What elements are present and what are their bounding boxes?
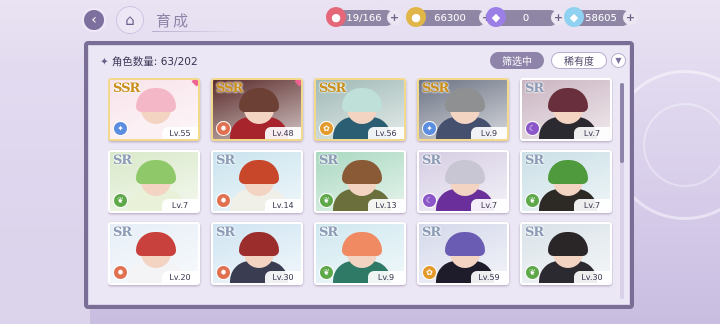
rarity-badge: SR	[525, 81, 544, 96]
character-card[interactable]: SR ❦ Lv.13	[314, 150, 406, 213]
rarity-badge: SR	[113, 153, 132, 168]
rarity-badge: SR	[216, 153, 235, 168]
character-count: ✦ 角色数量: 63/202	[100, 54, 198, 69]
level-label: Lv.7	[574, 127, 610, 139]
rarity-badge: SR	[216, 225, 235, 240]
rarity-badge: SR	[319, 225, 338, 240]
add-candy-button[interactable]: +	[387, 10, 402, 25]
character-card[interactable]: SSR ✿ Lv.56	[314, 78, 406, 141]
fire-element-icon: ✹	[216, 193, 231, 208]
level-label: Lv.48	[265, 127, 301, 139]
add-diamond-button[interactable]: +	[623, 10, 638, 25]
character-grid: SSR ✦ Lv.55 SSR ✹ Lv.48 SSR ✿ Lv.56 SSR ✦ Lv.9 SR ☾ Lv…	[108, 78, 613, 304]
page-title: 育成	[156, 12, 191, 30]
dark-element-icon: ☾	[525, 121, 540, 136]
level-label: Lv.14	[265, 199, 301, 211]
level-label: Lv.13	[368, 199, 404, 211]
rarity-badge: SR	[525, 153, 544, 168]
gem-purple-icon: ◆	[486, 7, 506, 27]
castle-icon: ⌂	[125, 11, 135, 29]
character-card[interactable]: SR ☾ Lv.7	[417, 150, 509, 213]
earth-element-icon: ✿	[422, 265, 437, 280]
level-label: Lv.20	[162, 271, 198, 283]
dark-element-icon: ☾	[422, 193, 437, 208]
resource-purple-gem: ◆ 0 +	[486, 7, 566, 27]
diamond-blue-icon: ◆	[564, 7, 584, 27]
nature-element-icon: ❦	[113, 193, 128, 208]
character-card[interactable]: SR ❦ Lv.7	[520, 150, 612, 213]
fire-element-icon: ✹	[216, 121, 231, 136]
panel-header: ✦ 角色数量: 63/202 筛选中 稀有度 ▼	[88, 45, 630, 75]
resource-diamond: ◆ 58605 +	[564, 7, 638, 27]
resource-value: 58605	[585, 12, 617, 24]
rarity-badge: SSR	[216, 81, 243, 96]
scrollbar-thumb[interactable]	[620, 83, 624, 163]
candy-icon: ●	[326, 7, 346, 27]
level-label: Lv.7	[574, 199, 610, 211]
level-label: Lv.7	[471, 199, 507, 211]
nature-element-icon: ❦	[319, 193, 334, 208]
rarity-badge: SR	[525, 225, 544, 240]
rarity-badge: SR	[319, 153, 338, 168]
character-card[interactable]: SSR ✹ Lv.48	[211, 78, 303, 141]
filter-button[interactable]: 筛选中	[490, 52, 544, 69]
character-card[interactable]: SR ❦ Lv.30	[520, 222, 612, 285]
character-card[interactable]: SR ✿ Lv.59	[417, 222, 509, 285]
rarity-badge: SSR	[422, 81, 449, 96]
title-underline	[152, 31, 242, 32]
castle-silhouette	[0, 60, 90, 324]
scrollbar[interactable]	[620, 83, 624, 299]
character-card[interactable]: SR ☾ Lv.7	[520, 78, 612, 141]
character-count-text: 角色数量: 63/202	[111, 56, 198, 68]
wind-element-icon: ✦	[422, 121, 437, 136]
rarity-badge: SSR	[319, 81, 346, 96]
level-label: Lv.7	[162, 199, 198, 211]
fire-element-icon: ✹	[113, 265, 128, 280]
character-card[interactable]: SR ✹ Lv.14	[211, 150, 303, 213]
character-card[interactable]: SR ✹ Lv.30	[211, 222, 303, 285]
resource-gold: ● 66300 +	[406, 7, 494, 27]
sort-toggle-icon[interactable]: ▼	[611, 53, 626, 68]
home-button[interactable]: ⌂	[116, 6, 144, 34]
character-card[interactable]: SR ✹ Lv.20	[108, 222, 200, 285]
level-label: Lv.30	[265, 271, 301, 283]
nature-element-icon: ❦	[525, 193, 540, 208]
gold-coin-icon: ●	[406, 7, 426, 27]
character-card[interactable]: SSR ✦ Lv.55	[108, 78, 200, 141]
resource-value: 66300	[434, 12, 466, 24]
back-button[interactable]: ‹	[82, 8, 106, 32]
character-card[interactable]: SR ❦ Lv.9	[314, 222, 406, 285]
character-card[interactable]: SR ❦ Lv.7	[108, 150, 200, 213]
nature-element-icon: ❦	[525, 265, 540, 280]
level-label: Lv.55	[162, 127, 198, 139]
character-list-panel: ✦ 角色数量: 63/202 筛选中 稀有度 ▼ SSR ✦ Lv.55 SSR ✹ Lv.…	[84, 41, 634, 309]
wind-element-icon: ✦	[113, 121, 128, 136]
top-bar: ‹ ⌂ 育成 ● 19/166 + ● 66300 + ◆ 0 + ◆ 5860…	[0, 0, 720, 36]
resource-value: 0	[522, 12, 530, 24]
nature-element-icon: ❦	[319, 265, 334, 280]
level-label: Lv.9	[471, 127, 507, 139]
earth-element-icon: ✿	[319, 121, 334, 136]
level-label: Lv.30	[574, 271, 610, 283]
fire-element-icon: ✹	[216, 265, 231, 280]
rarity-badge: SR	[113, 225, 132, 240]
resource-candy: ● 19/166 +	[326, 7, 402, 27]
chevron-left-icon: ‹	[91, 12, 97, 28]
rarity-badge: SSR	[113, 81, 140, 96]
level-label: Lv.59	[471, 271, 507, 283]
rarity-badge: SR	[422, 225, 441, 240]
rarity-badge: SR	[422, 153, 441, 168]
character-card[interactable]: SSR ✦ Lv.9	[417, 78, 509, 141]
level-label: Lv.56	[368, 127, 404, 139]
resource-value: 19/166	[346, 12, 382, 24]
rarity-sort-button[interactable]: 稀有度	[551, 52, 607, 69]
level-label: Lv.9	[368, 271, 404, 283]
sparkle-icon: ✦	[100, 56, 109, 68]
